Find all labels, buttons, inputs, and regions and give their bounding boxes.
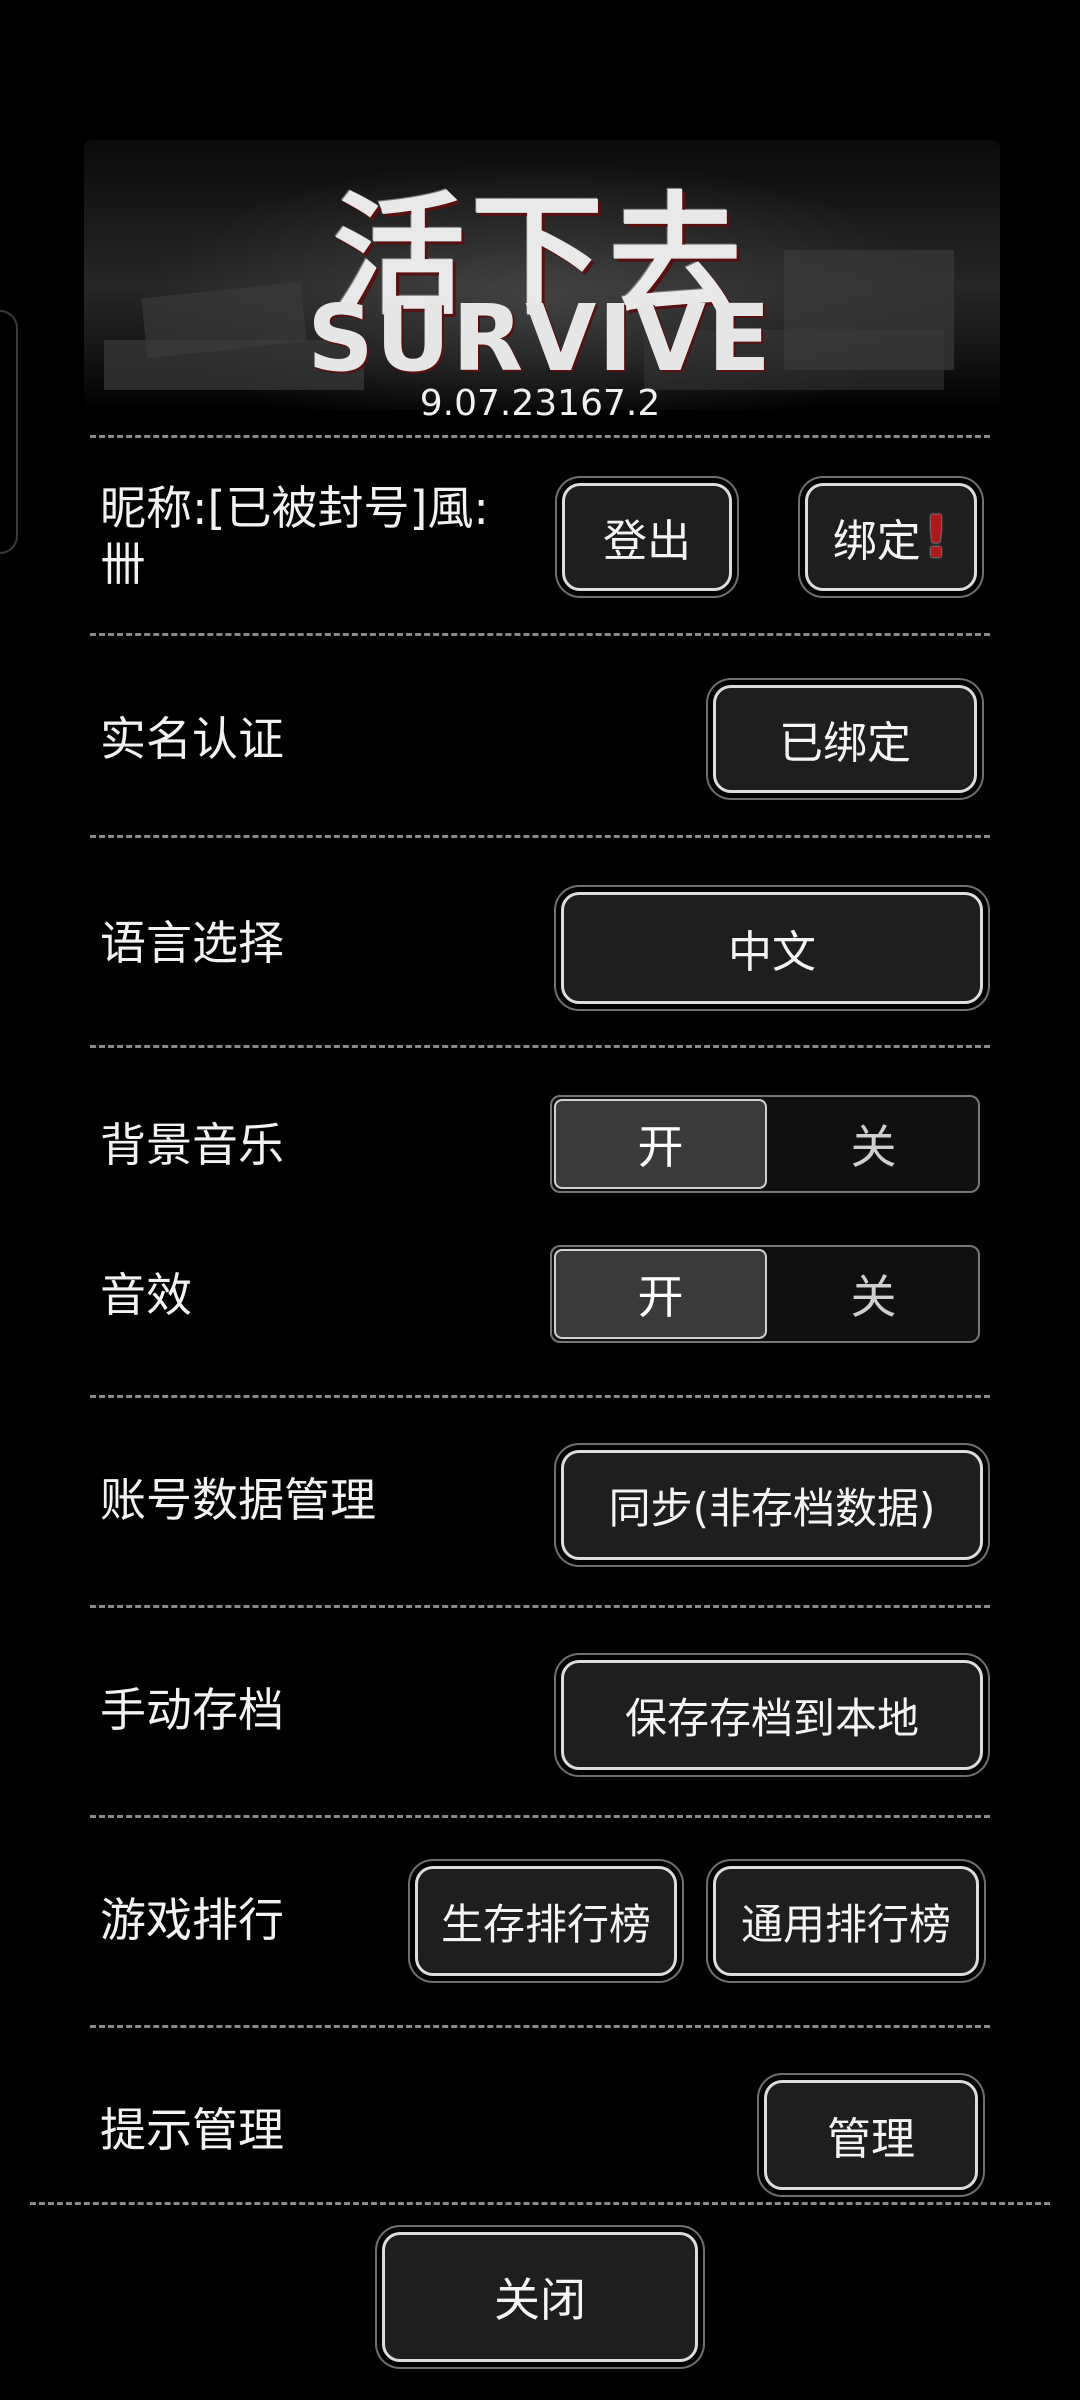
sync-data-button[interactable]: 同步(非存档数据) [561, 1450, 983, 1560]
sfx-on-option[interactable]: 开 [554, 1249, 767, 1339]
general-ranking-button[interactable]: 通用排行榜 [713, 1866, 979, 1976]
divider [30, 2202, 1050, 2205]
manual-save-label: 手动存档 [100, 1683, 284, 1737]
tips-label: 提示管理 [100, 2103, 284, 2157]
logout-button[interactable]: 登出 [562, 483, 732, 591]
sfx-toggle[interactable]: 开 关 [550, 1245, 980, 1343]
bind-account-button[interactable]: 绑定! [805, 483, 977, 591]
alert-icon: ! [922, 503, 950, 571]
bind-label: 绑定 [832, 516, 921, 567]
divider [90, 633, 990, 636]
survival-ranking-button[interactable]: 生存排行榜 [415, 1866, 677, 1976]
divider [90, 435, 990, 438]
language-label: 语言选择 [100, 916, 284, 970]
ranking-label: 游戏排行 [100, 1893, 284, 1947]
general-ranking-label: 通用排行榜 [740, 1899, 951, 1949]
game-logo-english: SURVIVE [307, 285, 773, 392]
language-select-button[interactable]: 中文 [561, 892, 983, 1004]
nickname-label: 昵称:[已被封号]風: 卌 [100, 481, 489, 591]
real-name-bound-button[interactable]: 已绑定 [713, 685, 977, 793]
divider [90, 1815, 990, 1818]
tips-manage-label: 管理 [827, 2114, 915, 2165]
bgm-on-option[interactable]: 开 [554, 1099, 767, 1189]
close-button[interactable]: 关闭 [382, 2232, 698, 2362]
real-name-button-label: 已绑定 [779, 718, 911, 769]
divider [90, 1045, 990, 1048]
divider [90, 1605, 990, 1608]
close-label: 关闭 [494, 2273, 586, 2327]
sync-button-label: 同步(非存档数据) [608, 1483, 936, 1533]
logout-label: 登出 [603, 516, 691, 567]
save-local-label: 保存存档到本地 [624, 1693, 919, 1743]
bgm-label: 背景音乐 [100, 1118, 284, 1172]
tips-manage-button[interactable]: 管理 [764, 2080, 978, 2190]
survival-ranking-label: 生存排行榜 [440, 1899, 651, 1949]
version-label: 9.07.23167.2 [419, 383, 661, 424]
bgm-off-option[interactable]: 关 [769, 1097, 978, 1191]
divider [90, 1395, 990, 1398]
save-local-button[interactable]: 保存存档到本地 [561, 1660, 983, 1770]
divider [90, 835, 990, 838]
language-value: 中文 [728, 927, 816, 978]
sfx-off-option[interactable]: 关 [769, 1247, 978, 1341]
divider [90, 2025, 990, 2028]
account-data-label: 账号数据管理 [100, 1473, 376, 1527]
sfx-label: 音效 [100, 1268, 192, 1322]
real-name-label: 实名认证 [100, 712, 284, 766]
bgm-toggle[interactable]: 开 关 [550, 1095, 980, 1193]
